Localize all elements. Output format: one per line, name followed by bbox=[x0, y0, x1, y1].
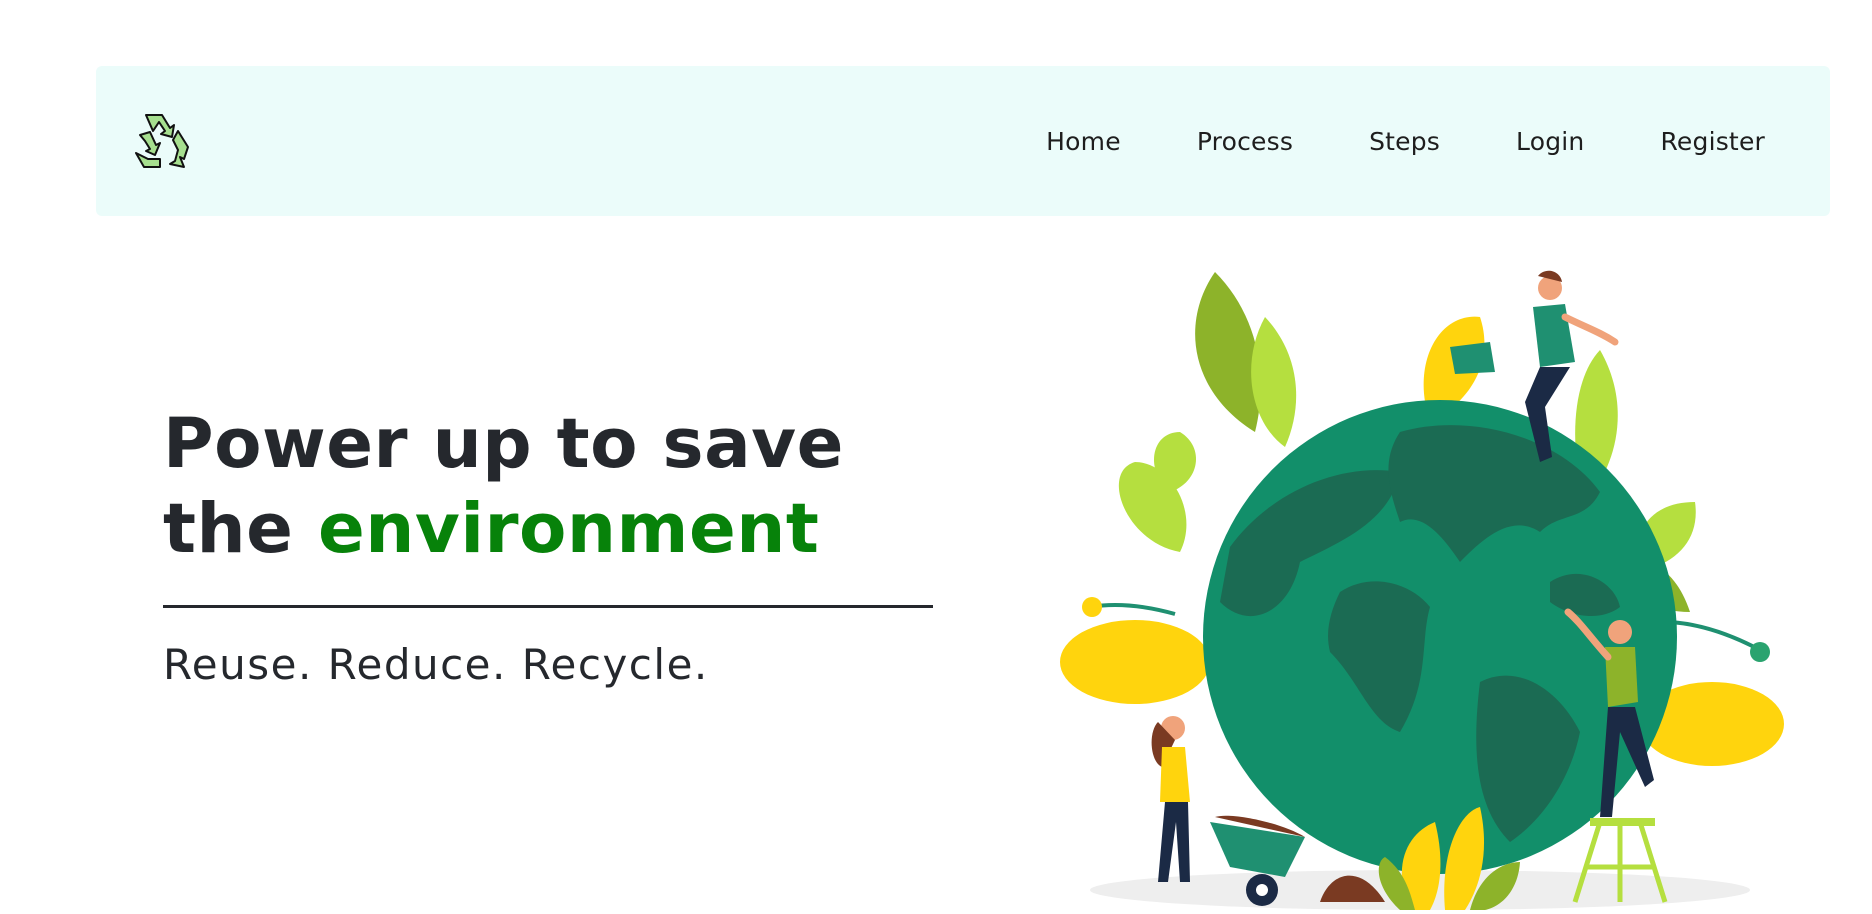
headline-accent-word: environment bbox=[317, 489, 820, 569]
recycle-icon[interactable] bbox=[132, 109, 198, 173]
nav-links: Home Process Steps Login Register bbox=[1046, 66, 1765, 216]
hero-divider bbox=[163, 605, 933, 608]
earth-care-illustration bbox=[1040, 262, 1840, 910]
nav-steps-link[interactable]: Steps bbox=[1369, 127, 1440, 156]
headline-line-1: Power up to save bbox=[163, 404, 844, 484]
navbar: Home Process Steps Login Register bbox=[96, 66, 1830, 216]
nav-home-link[interactable]: Home bbox=[1046, 127, 1121, 156]
nav-register-link[interactable]: Register bbox=[1660, 127, 1765, 156]
nav-process-link[interactable]: Process bbox=[1197, 127, 1293, 156]
hero-tagline: Reuse. Reduce. Recycle. bbox=[163, 640, 709, 689]
hero-headline: Power up to save the environment bbox=[163, 402, 844, 572]
nav-login-link[interactable]: Login bbox=[1516, 127, 1584, 156]
headline-line-2-prefix: the bbox=[163, 489, 318, 569]
